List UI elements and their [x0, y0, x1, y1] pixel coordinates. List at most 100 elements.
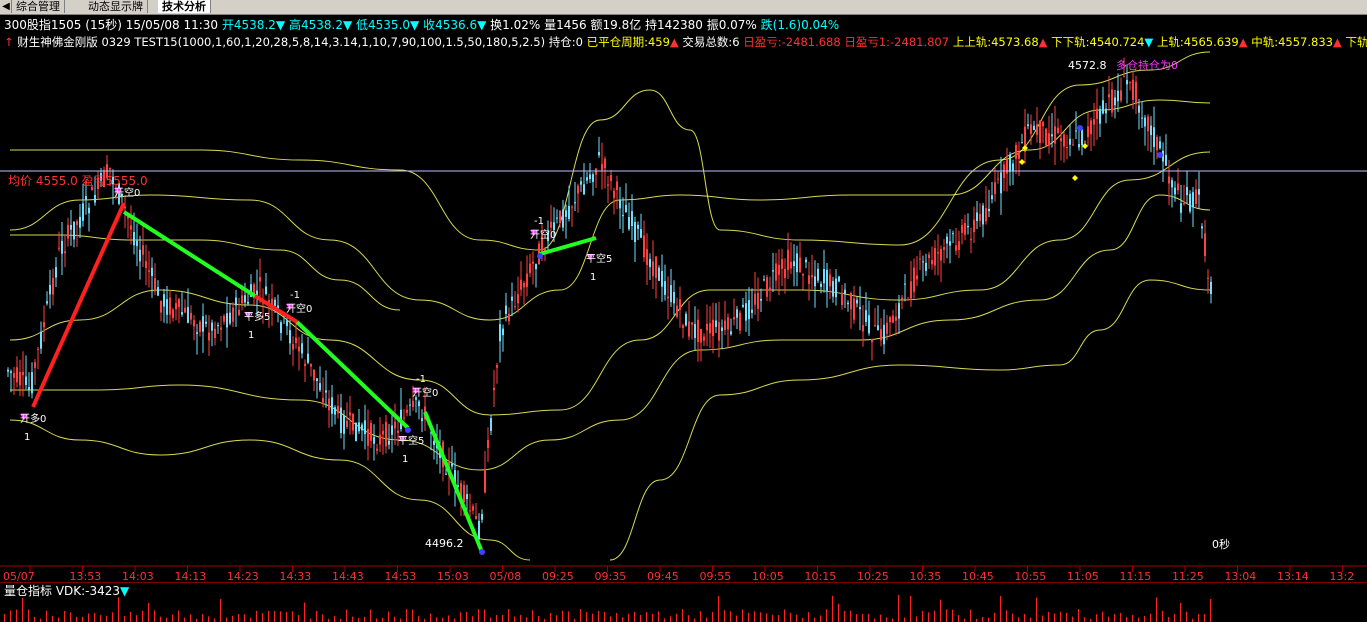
indicator-bar: [958, 615, 959, 622]
indicator-bar: [256, 610, 257, 622]
indicator-bar: [1036, 597, 1037, 622]
close-value: 收4536.6: [423, 18, 478, 32]
indicator-bar: [1204, 614, 1205, 622]
candle-body: [853, 298, 855, 320]
candle-body: [529, 263, 531, 274]
candle-body: [649, 258, 651, 267]
amount: 额19.8亿: [590, 18, 642, 32]
indicator-bar: [652, 613, 653, 622]
indicator-bar: [1078, 609, 1079, 622]
strategy-bar: ↑ 财生神佛金刚版 0329 TEST15(1000,1,60,1,20,28,…: [4, 34, 1367, 50]
candle-body: [235, 297, 237, 306]
candle-body: [304, 363, 306, 367]
candle-body: [697, 319, 699, 343]
tab-dynamic-board[interactable]: 动态显示牌: [84, 0, 148, 13]
candle-body: [598, 152, 600, 156]
candle-body: [706, 323, 708, 331]
indicator-bar: [28, 609, 29, 622]
trade-line: [423, 411, 484, 553]
indicator-bar: [754, 611, 755, 622]
chart-canvas[interactable]: 开多01开空0平多51开空0-1平空51开空0-1开空0-1平空51均价 455…: [0, 0, 1367, 622]
indicator-bar: [106, 615, 107, 622]
position: 持142380: [645, 18, 703, 32]
candle-body: [289, 330, 291, 344]
candle-body: [160, 300, 162, 313]
candle-body: [142, 245, 144, 255]
indicator-bar: [514, 616, 515, 622]
candle-body: [16, 367, 18, 383]
indicator-bar: [556, 615, 557, 622]
indicator-bar: [640, 614, 641, 622]
candle-body: [1078, 144, 1080, 148]
holding: 持仓:0: [548, 35, 583, 49]
indicator-bar: [532, 610, 533, 622]
candle-body: [1087, 126, 1089, 138]
candle-body: [958, 241, 960, 250]
candle-body: [994, 182, 996, 195]
indicator-bar: [142, 610, 143, 622]
indicator-bar: [46, 610, 47, 622]
tab-technical-analysis[interactable]: 技术分析: [158, 0, 211, 13]
candle-body: [1120, 90, 1122, 101]
indicator-bar: [10, 610, 11, 622]
down-arrow-icon: ▼: [275, 18, 286, 32]
candle-body: [772, 270, 774, 272]
candle-body: [1036, 124, 1038, 135]
indicator-bar: [724, 610, 725, 622]
candle-body: [865, 310, 867, 323]
tab-scroll-left-icon[interactable]: ◀: [1, 0, 12, 13]
candle-body: [478, 520, 480, 540]
candle-body: [319, 383, 321, 391]
indicator-bar: [838, 603, 839, 622]
indicator-bar: [580, 609, 581, 622]
indicator-bar: [418, 616, 419, 622]
candle-body: [238, 309, 240, 315]
indicator-bar: [712, 611, 713, 622]
candle-body: [202, 316, 204, 332]
candle-body: [766, 277, 768, 297]
candle-body: [79, 216, 81, 228]
candle-body: [64, 251, 66, 254]
indicator-bar: [622, 617, 623, 622]
up-arrow-icon: ▲: [1332, 35, 1342, 49]
indicator-bar: [208, 616, 209, 622]
indicator-bar: [94, 612, 95, 622]
candle-body: [553, 222, 555, 231]
candle-body: [148, 270, 150, 272]
candle-body: [757, 292, 759, 309]
candle-body: [1060, 138, 1062, 142]
candle-body: [733, 317, 735, 320]
indicator-bar: [730, 611, 731, 622]
candle-body: [190, 312, 192, 320]
candle-body: [211, 322, 213, 331]
candle-body: [721, 327, 723, 331]
indicator-bar: [904, 617, 905, 622]
candle-body: [1093, 119, 1095, 125]
indicator-bar: [148, 603, 149, 622]
candle-body: [223, 315, 225, 322]
candle-body: [298, 346, 300, 352]
candle-body: [1207, 277, 1209, 279]
candle-body: [763, 279, 765, 281]
indicator-bar: [1072, 616, 1073, 622]
candle-body: [703, 336, 705, 341]
indicator-bar: [1108, 616, 1109, 622]
tab-comprehensive[interactable]: 综合管理: [12, 0, 65, 13]
low-price-label: 4496.2: [425, 537, 464, 550]
indicator-bar: [778, 615, 779, 622]
candle-body: [1186, 187, 1188, 196]
candle-body: [1084, 141, 1086, 143]
indicator-bar: [1144, 616, 1145, 622]
daily-pnl1: 日盈亏1:-2481.807: [844, 35, 950, 49]
candle-body: [961, 225, 963, 233]
indicator-bar: [1186, 611, 1187, 622]
indicator-bar: [184, 617, 185, 622]
candle-body: [145, 261, 147, 268]
indicator-bar: [874, 618, 875, 622]
candle-body: [862, 325, 864, 332]
pane-divider[interactable]: [0, 582, 1367, 583]
down-arrow-icon: ▼: [120, 584, 130, 598]
candle-body: [7, 369, 9, 372]
candle-body: [514, 306, 516, 308]
candle-body: [673, 292, 675, 304]
